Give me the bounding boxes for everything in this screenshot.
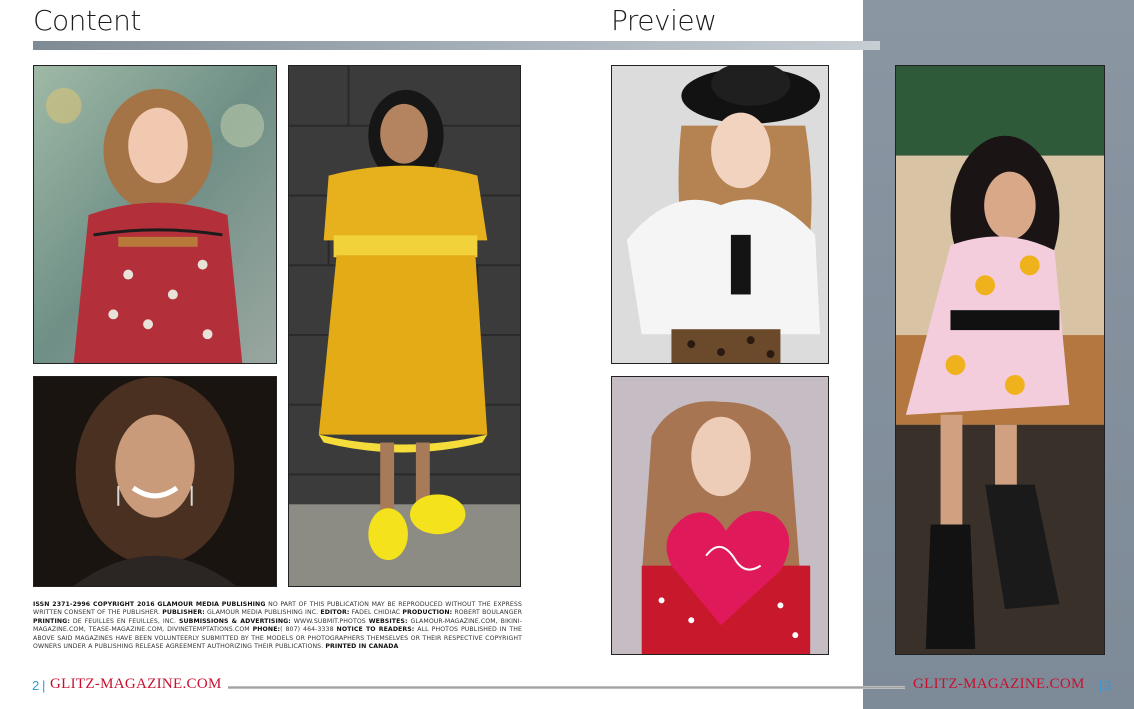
legal-text: DE FEUILLES EN FEUILLES, INC. [69,617,179,625]
legal-text: WWW.SUBMIT.PHOTOS [290,617,369,625]
photo-woman-smiling-portrait [33,376,277,587]
legal-text: ( 807) 464-3338 [280,626,337,634]
brand-left: GLITZ-MAGAZINE.COM [50,676,222,692]
preview-heading: Preview [611,4,717,37]
legal-label: PRODUCTION: [402,609,453,617]
legal-label: SUBMISSIONS & ADVERTISING: [178,617,291,625]
page-separator-right: | [1099,678,1103,693]
legal-label: ISSN 2371-2996 COPYRIGHT 2016 GLAMOUR ME… [33,601,266,608]
photo-girl-sunflower-dress [895,65,1105,655]
photo-girl-yellow-dress [288,65,521,587]
legal-imprint: ISSN 2371-2996 COPYRIGHT 2016 GLAMOUR ME… [33,601,522,651]
brand-right: GLITZ-MAGAZINE.COM [913,676,1085,692]
legal-label: PRINTING: [33,617,70,625]
legal-text: GLAMOUR MEDIA PUBLISHING INC. [204,609,321,617]
content-heading: Content [33,4,141,37]
legal-label: NOTICE TO READERS: [336,626,415,634]
legal-label: WEBSITES: [368,617,408,625]
page-number-left: 2 [32,678,40,693]
legal-text: FADEL CHIDIAC [349,609,403,617]
page-separator-left: | [42,678,46,693]
legal-label: PRINTED IN CANADA [325,643,399,651]
heading-rule [33,41,880,50]
legal-label: PUBLISHER: [162,609,205,617]
legal-text: ROBERT BOULANGER [452,609,523,617]
photo-girl-heart-pillow [611,376,829,655]
photo-girl-black-hat [611,65,829,364]
page-number-right: 3 [1104,678,1112,693]
legal-label: PHONE: [252,626,281,634]
photo-girl-floral-dress [33,65,277,364]
footer-rule [228,686,905,689]
legal-label: EDITOR: [320,609,350,617]
